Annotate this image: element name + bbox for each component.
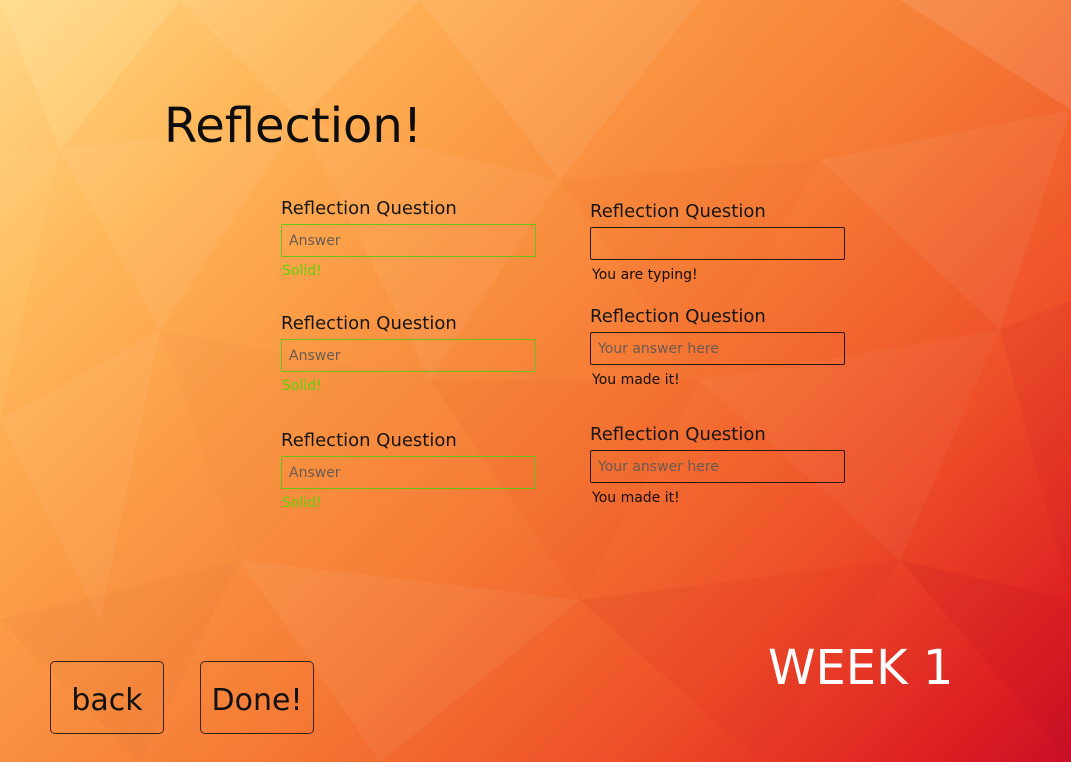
question-label: Reflection Question xyxy=(281,198,457,219)
answer-input[interactable] xyxy=(281,339,536,372)
reflection-question-left-1: Reflection Question Solid! xyxy=(281,198,537,280)
question-label: Reflection Question xyxy=(590,424,766,445)
question-label: Reflection Question xyxy=(281,430,457,451)
question-label: Reflection Question xyxy=(590,306,766,327)
reflection-question-left-3: Reflection Question Solid! xyxy=(281,430,537,512)
page-title: Reflection! xyxy=(164,98,423,154)
answer-input[interactable] xyxy=(281,456,536,489)
feedback-text: Solid! xyxy=(282,263,322,279)
question-label: Reflection Question xyxy=(281,313,457,334)
reflection-question-right-3: Reflection Question You made it! xyxy=(590,424,846,507)
answer-input[interactable] xyxy=(590,332,845,365)
reflection-question-right-1: Reflection Question You are typing! xyxy=(590,201,846,284)
feedback-text: You made it! xyxy=(592,490,680,506)
done-button[interactable]: Done! xyxy=(200,661,314,734)
answer-input[interactable] xyxy=(590,450,845,483)
reflection-question-right-2: Reflection Question You made it! xyxy=(590,306,846,389)
feedback-text: You are typing! xyxy=(592,267,698,283)
answer-input[interactable] xyxy=(281,224,536,257)
week-label: WEEK 1 xyxy=(768,640,954,696)
question-label: Reflection Question xyxy=(590,201,766,222)
answer-input[interactable] xyxy=(590,227,845,260)
reflection-question-left-2: Reflection Question Solid! xyxy=(281,313,537,395)
feedback-text: You made it! xyxy=(592,372,680,388)
feedback-text: Solid! xyxy=(282,495,322,511)
back-button[interactable]: back xyxy=(50,661,164,734)
feedback-text: Solid! xyxy=(282,378,322,394)
